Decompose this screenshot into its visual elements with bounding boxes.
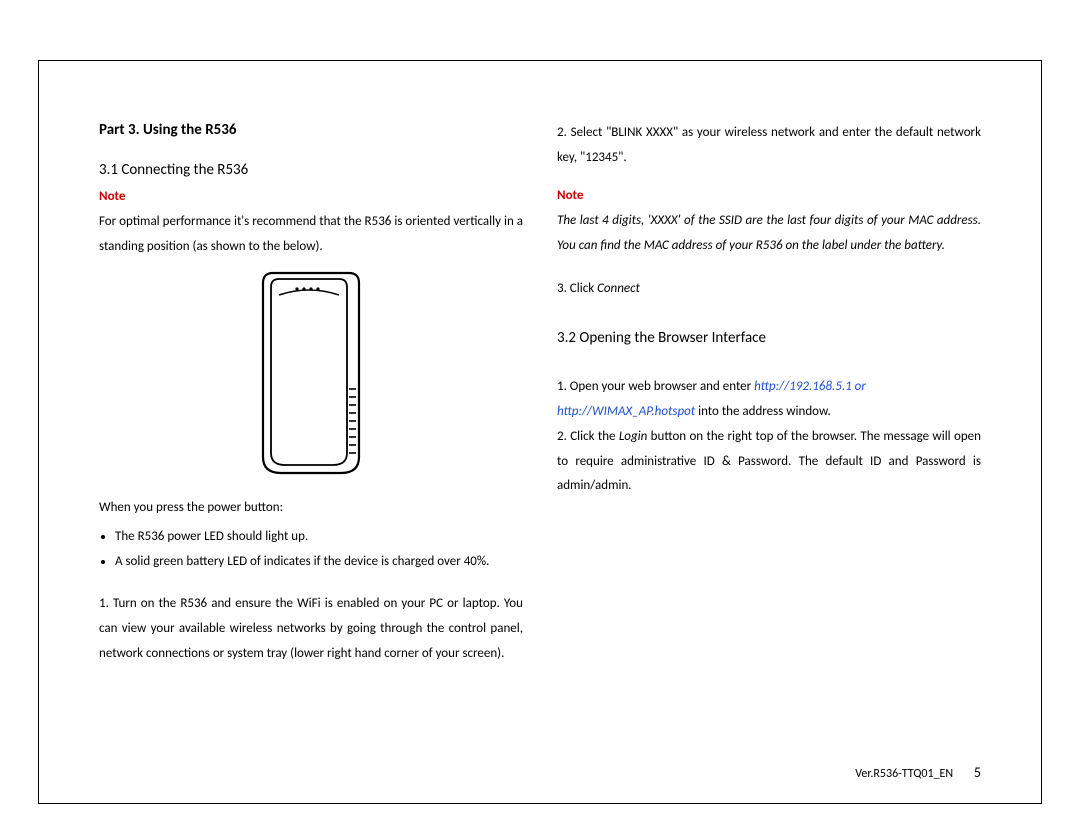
step-3-prefix: 3. Click — [557, 281, 597, 296]
url-link-1[interactable]: http://192.168.5.1 or — [754, 379, 866, 394]
url-link-2[interactable]: http://WIMAX_AP.hotspot — [557, 404, 695, 419]
bullet-led: The R536 power LED should light up. — [115, 525, 523, 550]
step-2-text: 2. Select "BLINK XXXX" as your wireless … — [557, 121, 981, 170]
device-illustration — [99, 269, 523, 484]
open-browser-step1: 1. Open your web browser and enter http:… — [557, 375, 981, 424]
version-label: Ver.R536-TTQ01_EN — [855, 767, 953, 781]
left-column: Part 3. Using the R536 3.1 Connecting th… — [99, 121, 523, 667]
open1-suffix: into the address window. — [695, 404, 831, 419]
step-3-connect: Connect — [597, 281, 640, 296]
orientation-note: For optimal performance it's recommend t… — [99, 210, 523, 259]
part-title: Part 3. Using the R536 — [99, 121, 523, 139]
login-italic: Login — [619, 429, 648, 444]
mac-address-note: The last 4 digits, 'XXXX' of the SSID ar… — [557, 209, 981, 258]
page-number: 5 — [974, 764, 981, 781]
step-3-text: 3. Click Connect — [557, 277, 981, 302]
device-icon — [241, 269, 381, 479]
open1-prefix: 1. Open your web browser and enter — [557, 379, 754, 394]
page-container: Part 3. Using the R536 3.1 Connecting th… — [0, 0, 1080, 834]
bullet-battery: A solid green battery LED of indicates i… — [115, 550, 523, 575]
step-1-text: 1. Turn on the R536 and ensure the WiFi … — [99, 592, 523, 666]
open2-prefix: 2. Click the — [557, 429, 619, 444]
section-3-1-title: 3.1 Connecting the R536 — [99, 161, 523, 179]
two-column-layout: Part 3. Using the R536 3.1 Connecting th… — [99, 121, 981, 667]
note-label-right: Note — [557, 188, 981, 203]
power-bullet-list: The R536 power LED should light up. A so… — [99, 525, 523, 574]
section-3-2-title: 3.2 Opening the Browser Interface — [557, 329, 981, 347]
page-footer: Ver.R536-TTQ01_EN 5 — [855, 764, 981, 781]
power-button-intro: When you press the power button: — [99, 496, 523, 521]
page-frame: Part 3. Using the R536 3.1 Connecting th… — [38, 60, 1042, 804]
note-label-left: Note — [99, 189, 523, 204]
open-browser-step2: 2. Click the Login button on the right t… — [557, 425, 981, 499]
right-column: 2. Select "BLINK XXXX" as your wireless … — [557, 121, 981, 667]
